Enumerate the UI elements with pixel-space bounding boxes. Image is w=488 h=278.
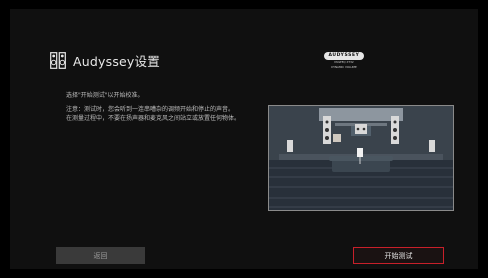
back-button[interactable]: 返回 — [56, 247, 145, 264]
start-test-button[interactable]: 开始测试 — [353, 247, 444, 264]
surround-right-speaker — [429, 140, 435, 152]
microphone — [357, 148, 363, 157]
speakers-icon — [50, 52, 66, 69]
audyssey-logo: AUDYSSEY MULTEQ XT32 DYNAMIC VOLUME — [324, 52, 364, 68]
logo-sub1: MULTEQ XT32 — [334, 60, 354, 64]
living-room-illustration — [268, 105, 454, 211]
logo-sub2: DYNAMIC VOLUME — [331, 64, 357, 69]
subwoofer — [333, 134, 341, 142]
tv-screen — [319, 108, 403, 121]
surround-left-speaker — [287, 140, 293, 152]
logo-brand: AUDYSSEY — [324, 52, 364, 60]
room-scene — [269, 106, 453, 210]
instruction-line-2: 注意：测试时，您会听到一连串嘈杂的调频开始和停止的声音。 — [66, 106, 235, 114]
instruction-line-1: 选择"开始测试"以开始校准。 — [66, 92, 144, 99]
page-title: Audyssey设置 — [73, 54, 160, 69]
instruction-line-3: 在测量过程中，不要在扬声器和麦克风之间站立或放置任何物体。 — [66, 114, 241, 122]
setup-screen: Audyssey设置 AUDYSSEY MULTEQ XT32 DYNAMIC … — [10, 9, 478, 269]
header: Audyssey设置 — [50, 51, 160, 70]
instructions: 选择"开始测试"以开始校准。 注意：测试时，您会听到一连串嘈杂的调频开始和停止的… — [66, 92, 248, 123]
